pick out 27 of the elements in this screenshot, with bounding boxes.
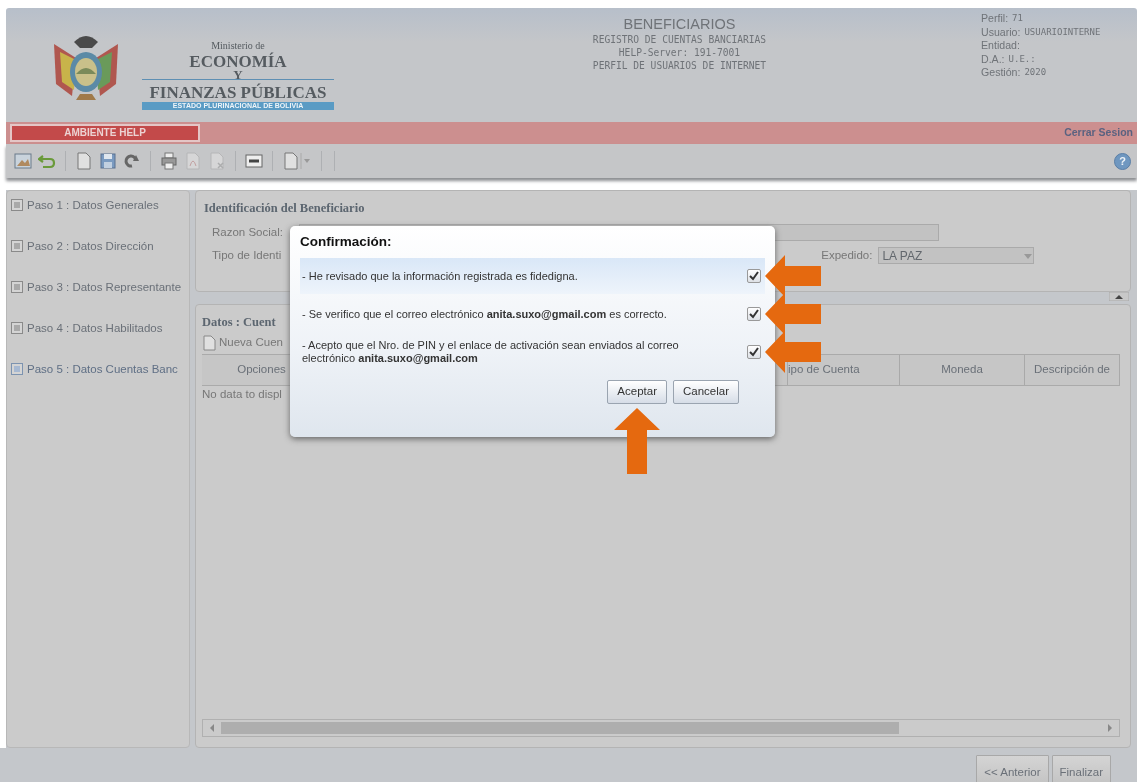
info-label: Usuario: bbox=[981, 25, 1021, 39]
info-value: U.E.: bbox=[1008, 52, 1036, 66]
page-title: BENEFICIARIOS bbox=[622, 16, 737, 33]
info-label: Entidad: bbox=[981, 39, 1020, 53]
empty-message: No data to displ bbox=[202, 386, 282, 402]
confirmation-text: - Se verifico que el correo electrónico anita.suxo@gmail.com es correcto. bbox=[302, 307, 668, 321]
ministry-joiner: Y bbox=[142, 71, 334, 80]
confirmation-text: - He revisado que la información registrada es fidedigna. bbox=[302, 269, 579, 283]
environment-label: AMBIENTE HELP bbox=[10, 124, 200, 142]
section-title: Identificación del Beneficiario bbox=[204, 200, 366, 217]
info-value: 71 bbox=[1012, 12, 1023, 25]
field-label: Tipo de Identi bbox=[212, 248, 282, 263]
dialog-title: Confirmación: bbox=[300, 233, 393, 251]
info-label: Perfil: bbox=[981, 12, 1009, 26]
info-label: D.A.: bbox=[981, 52, 1005, 66]
info-value: 2020 bbox=[1024, 66, 1047, 79]
info-value: USUARIOINTERNE bbox=[1024, 25, 1101, 39]
info-label: Gestión: bbox=[981, 66, 1021, 80]
page-subtitle: HELP-Server: 191-7001 bbox=[617, 46, 742, 59]
field-label: Expedido: bbox=[821, 248, 873, 263]
ministry-subtitle: Ministerio de bbox=[210, 39, 266, 52]
page-subtitle: REGISTRO DE CUENTAS BANCIARIAS bbox=[591, 33, 768, 46]
section-title: Datos : Cuent bbox=[202, 314, 276, 331]
ministry-name: ECONOMÍA bbox=[188, 53, 288, 71]
ministry-name: FINANZAS PÚBLICAS bbox=[148, 84, 328, 102]
page-subtitle: PERFIL DE USUARIOS DE INTERNET bbox=[591, 59, 768, 72]
field-label: Razon Social: bbox=[212, 224, 283, 240]
